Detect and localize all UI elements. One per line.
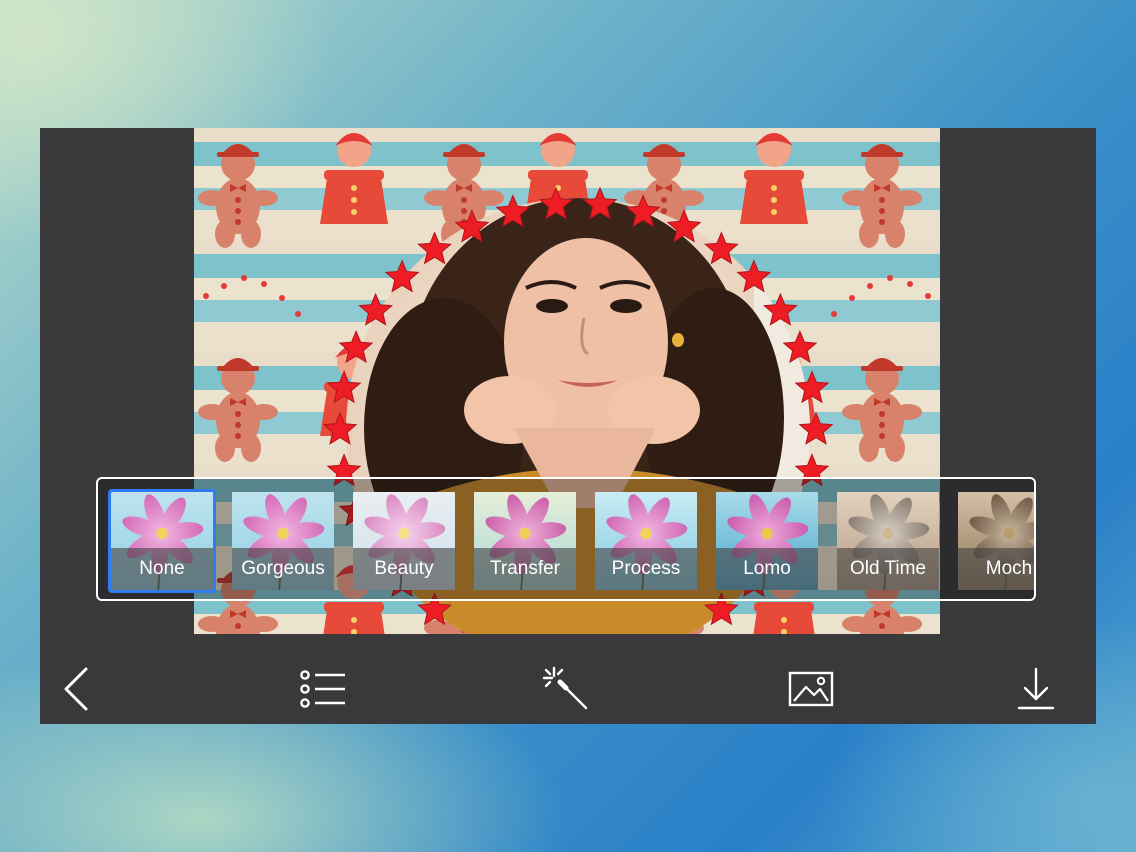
image-icon [788, 671, 834, 707]
filter-item[interactable]: None [108, 489, 216, 593]
list-button[interactable] [293, 664, 353, 714]
filter-label: Beauty [353, 548, 455, 590]
chevron-left-icon [64, 667, 88, 711]
filter-label: Process [595, 548, 697, 590]
filter-label: Transfer [474, 548, 576, 590]
filter-item[interactable]: Old Time [834, 489, 942, 593]
gallery-button[interactable] [781, 664, 841, 714]
filter-item[interactable]: Moch [955, 489, 1034, 593]
filter-item[interactable]: Process [592, 489, 700, 593]
filter-label: Moch [958, 548, 1034, 590]
filter-item[interactable]: Gorgeous [229, 489, 337, 593]
magic-wand-icon [542, 666, 588, 710]
list-icon [300, 670, 345, 708]
filter-item[interactable]: Lomo [713, 489, 821, 593]
effects-button[interactable] [536, 664, 596, 714]
filter-label: None [111, 548, 213, 590]
save-button[interactable] [1006, 664, 1066, 714]
filter-label: Old Time [837, 548, 939, 590]
filter-label: Lomo [716, 548, 818, 590]
filter-item[interactable]: Beauty [350, 489, 458, 593]
download-icon [1017, 667, 1055, 710]
bottom-toolbar [40, 654, 1096, 724]
filter-item[interactable]: Transfer [471, 489, 579, 593]
back-button[interactable] [48, 664, 108, 714]
filter-list: None Gorgeous Beauty Transfer Process Lo… [108, 489, 1034, 593]
filter-label: Gorgeous [232, 548, 334, 590]
editor-panel: None Gorgeous Beauty Transfer Process Lo… [40, 128, 1096, 724]
filter-strip[interactable]: None Gorgeous Beauty Transfer Process Lo… [96, 477, 1036, 601]
